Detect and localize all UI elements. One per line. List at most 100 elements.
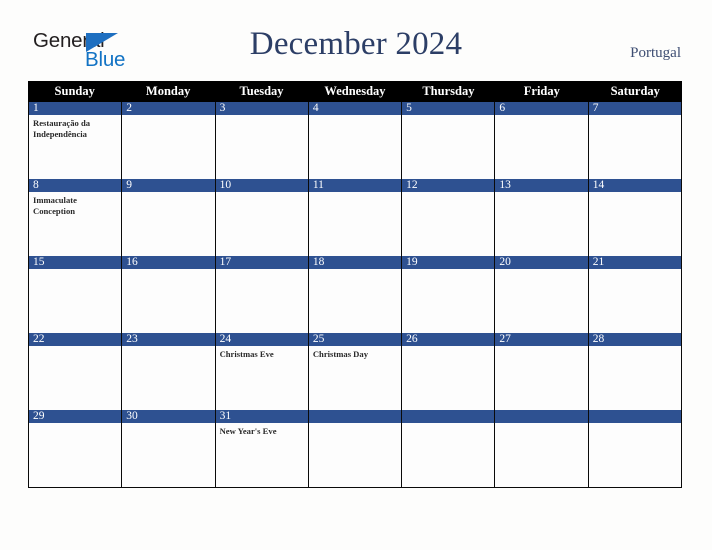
day-body (216, 115, 308, 118)
day-cell-15[interactable]: 15 (29, 256, 123, 333)
day-number-bar: 5 (402, 102, 495, 115)
day-number-bar: 10 (215, 179, 308, 192)
day-number-bar: 23 (122, 333, 215, 346)
day-cell-12[interactable]: 12 (402, 179, 496, 256)
day-body (589, 423, 681, 426)
day-cell-13[interactable]: 13 (495, 179, 589, 256)
day-number-bar: 3 (215, 102, 308, 115)
day-number-bar (308, 410, 402, 423)
page-title: December 2024 (249, 26, 463, 62)
page-header: General Blue December 2024 Portugal (0, 0, 712, 81)
event-label: Christmas Eve (219, 349, 274, 359)
day-number-bar: 6 (495, 102, 588, 115)
day-body (402, 269, 494, 272)
day-cell-empty[interactable] (308, 410, 403, 487)
weekday-header-sunday: Sunday (54, 84, 95, 98)
day-number-bar (495, 410, 588, 423)
day-cell-31[interactable]: 31 New Year's Eve (215, 410, 309, 487)
weekday-header-thursday: Thursday (422, 84, 475, 98)
day-number: 25 (312, 333, 325, 345)
event-label: Restauração da Independência (33, 118, 91, 139)
day-cell-8[interactable]: 8 Immaculate Conception (29, 179, 123, 256)
day-cell-2[interactable]: 2 (122, 102, 216, 179)
day-number-bar: 22 (29, 333, 122, 346)
day-number: 23 (126, 333, 138, 345)
day-cell-10[interactable]: 10 (215, 179, 309, 256)
calendar-weeks: 1 Restauração da Independência 2 3 4 5 6 7 8 Imma… (28, 102, 682, 488)
day-number-bar: 17 (215, 256, 308, 269)
day-number-bar: 2 (122, 102, 215, 115)
day-cell-28[interactable]: 28 (588, 333, 682, 410)
day-cell-24[interactable]: 24 Christmas Eve (215, 333, 309, 410)
calendar-week-row: 8 Immaculate Conception 9 10 11 12 13 14 (28, 179, 682, 256)
day-number-bar: 19 (402, 256, 495, 269)
day-number-bar: 15 (29, 256, 122, 269)
day-cell-3[interactable]: 3 (215, 102, 309, 179)
day-cell-22[interactable]: 22 (29, 333, 123, 410)
day-body (589, 115, 681, 118)
day-cell-29[interactable]: 29 (29, 410, 123, 487)
day-number: 28 (592, 333, 605, 345)
event-label: Christmas Day (312, 349, 368, 359)
day-cell-1[interactable]: 1 Restauração da Independência (29, 102, 123, 179)
day-number: 29 (33, 410, 45, 422)
day-body: Restauração da Independência (29, 115, 121, 139)
day-number-bar: 18 (308, 256, 402, 269)
day-number: 31 (219, 410, 232, 422)
day-body (495, 192, 587, 195)
day-number-bar: 12 (402, 179, 495, 192)
day-cell-20[interactable]: 20 (495, 256, 589, 333)
day-cell-empty[interactable] (588, 410, 682, 487)
day-cell-21[interactable]: 21 (588, 256, 682, 333)
day-body: Christmas Day (309, 346, 401, 360)
day-cell-7[interactable]: 7 (588, 102, 682, 179)
day-number: 19 (406, 256, 418, 268)
day-number: 9 (126, 179, 133, 191)
day-number-bar (402, 410, 495, 423)
day-number-bar: 13 (495, 179, 588, 192)
day-cell-9[interactable]: 9 (122, 179, 216, 256)
day-number: 13 (499, 179, 511, 191)
day-body (589, 346, 681, 349)
day-body (402, 423, 494, 426)
country-label: Portugal (630, 45, 681, 61)
day-cell-empty[interactable] (402, 410, 496, 487)
day-number: 2 (126, 102, 133, 114)
day-body (495, 269, 587, 272)
day-cell-6[interactable]: 6 (495, 102, 589, 179)
day-number: 24 (219, 333, 232, 345)
day-cell-17[interactable]: 17 (215, 256, 309, 333)
calendar-week-row: 1 Restauração da Independência 2 3 4 5 6 7 (28, 102, 682, 179)
day-number: 8 (33, 179, 39, 191)
day-number: 11 (312, 179, 324, 191)
day-cell-14[interactable]: 14 (588, 179, 682, 256)
day-number-bar (588, 410, 681, 423)
event-label: New Year's Eve (219, 426, 277, 436)
day-cell-5[interactable]: 5 (402, 102, 496, 179)
day-cell-4[interactable]: 4 (308, 102, 403, 179)
day-number-bar: 20 (495, 256, 588, 269)
weekday-header-saturday: Saturday (610, 84, 660, 98)
day-number-bar: 30 (122, 410, 215, 423)
day-cell-empty[interactable] (495, 410, 589, 487)
day-number-bar: 27 (495, 333, 588, 346)
day-number-bar: 7 (588, 102, 681, 115)
day-body (495, 423, 587, 426)
day-cell-27[interactable]: 27 (495, 333, 589, 410)
day-body (402, 192, 494, 195)
day-body (122, 346, 214, 349)
day-cell-23[interactable]: 23 (122, 333, 216, 410)
day-cell-16[interactable]: 16 (122, 256, 216, 333)
day-number: 10 (219, 179, 232, 191)
weekday-header-tuesday: Tuesday (239, 84, 284, 98)
day-cell-26[interactable]: 26 (402, 333, 496, 410)
day-number-bar: 11 (308, 179, 402, 192)
day-cell-25[interactable]: 25 Christmas Day (308, 333, 403, 410)
day-body (216, 269, 308, 272)
day-number-bar: 28 (588, 333, 681, 346)
day-number-bar: 29 (29, 410, 122, 423)
day-cell-19[interactable]: 19 (402, 256, 496, 333)
day-cell-30[interactable]: 30 (122, 410, 216, 487)
day-cell-18[interactable]: 18 (308, 256, 403, 333)
day-cell-11[interactable]: 11 (308, 179, 403, 256)
